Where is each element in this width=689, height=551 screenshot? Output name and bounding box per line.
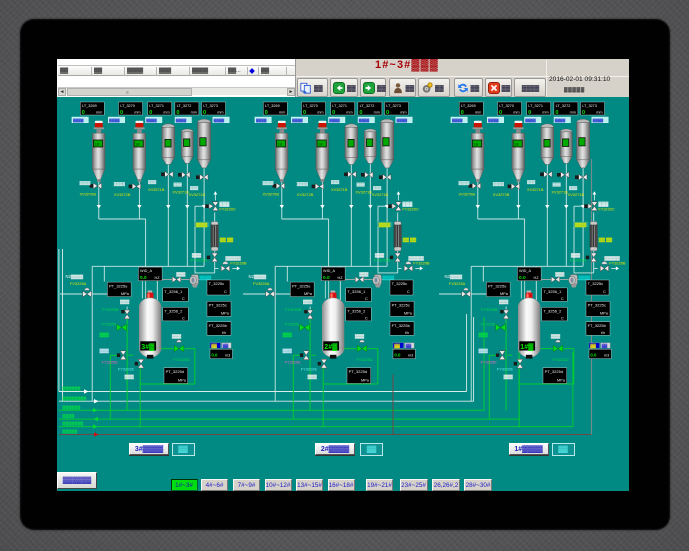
svg-text:▓▓▓▓▓▓▓: ▓▓▓▓▓▓▓ [63,421,84,427]
svg-text:▓▓▓▓▓▓▓▓: ▓▓▓▓▓▓▓▓ [63,395,87,401]
svg-text:▓▓▓▓▓▓: ▓▓▓▓▓▓ [63,404,81,410]
svg-text:▓▓▓▓▓▓: ▓▓▓▓▓▓ [63,386,81,392]
svg-text:2#▓: 2#▓ [324,343,338,351]
svg-text:3#▓: 3#▓ [141,343,155,351]
svg-text:1#▓: 1#▓ [520,343,534,351]
svg-text:▓▓▓▓▓: ▓▓▓▓▓ [63,429,78,435]
svg-text:▓▓▓▓: ▓▓▓▓ [63,413,75,419]
